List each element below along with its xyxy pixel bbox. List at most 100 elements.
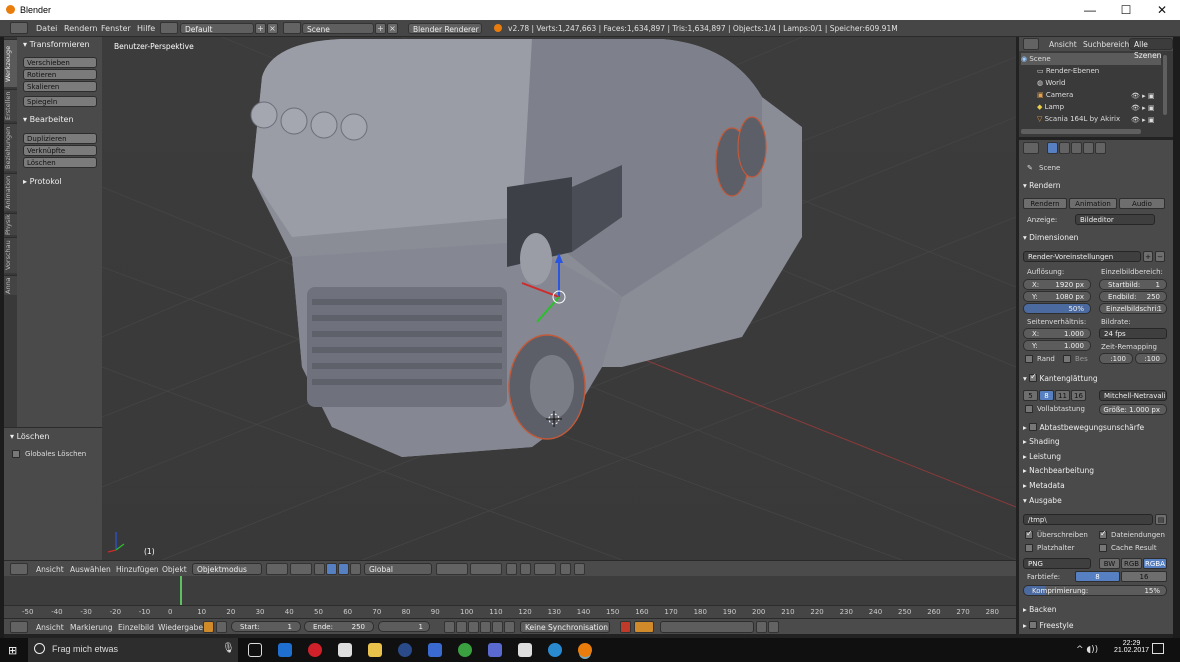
maximize-button[interactable]: ☐ <box>1108 0 1144 20</box>
metadata-panel-header[interactable]: ▸ Metadata <box>1023 481 1065 490</box>
tab-create[interactable]: Erstellen <box>4 89 17 121</box>
menu-render[interactable]: Rendern <box>64 24 97 33</box>
menu-add[interactable]: Hinzufügen <box>116 565 159 574</box>
editor-type-properties-icon[interactable] <box>1023 142 1039 154</box>
proportional-edit-icon[interactable] <box>520 563 531 575</box>
world-context-icon[interactable] <box>1083 142 1094 154</box>
scale-button[interactable]: Skalieren <box>23 81 97 92</box>
layout-add-button[interactable]: + <box>255 23 266 34</box>
end-frame-field[interactable]: Ende: 250 <box>304 621 374 632</box>
end-frame-prop[interactable]: Endbild: 250 <box>1099 291 1167 302</box>
editor-type-icon[interactable] <box>10 22 28 34</box>
app-icon-1[interactable] <box>398 643 412 657</box>
delete-button[interactable]: Löschen <box>23 157 97 168</box>
operator-delete-header[interactable]: ▾ Löschen <box>10 432 49 441</box>
render-button[interactable]: Rendern <box>1023 198 1067 209</box>
menu-window[interactable]: Fenster <box>101 24 131 33</box>
cache-result-checkbox[interactable] <box>1099 544 1107 552</box>
layers-group-1-icon[interactable] <box>436 563 468 575</box>
manipulator-toggle-icon[interactable] <box>314 563 325 575</box>
aa-samples-5[interactable]: 5 <box>1023 390 1038 401</box>
shading-panel-header[interactable]: ▸ Shading <box>1023 437 1060 446</box>
lock-range-icon[interactable] <box>216 621 227 633</box>
output-panel-header[interactable]: ▾ Ausgabe <box>1023 496 1062 505</box>
aa-size-field[interactable]: Größe: 1.000 px <box>1099 404 1167 415</box>
compression-slider[interactable]: Komprimierung: 15% <box>1023 585 1167 596</box>
timeline-ruler[interactable]: -50 -40 -30 -20 -10 0 10 20 30 40 50 60 70 80 90 100 110… <box>4 605 1016 618</box>
menu-timeline-view[interactable]: Ansicht <box>36 623 64 632</box>
remap-new-field[interactable]: :100 <box>1135 353 1167 364</box>
motion-blur-checkbox[interactable] <box>1029 423 1038 431</box>
sync-dropdown[interactable]: Keine Synchronisation <box>520 621 610 633</box>
output-path-field[interactable]: /tmp\ <box>1023 514 1153 525</box>
layers-group-2-icon[interactable] <box>470 563 502 575</box>
outliner-hscrollbar[interactable] <box>1021 129 1141 134</box>
color-mode-bw[interactable]: BW <box>1099 558 1120 569</box>
truck-visibility-icon[interactable]: 👁 ▸ ▣ <box>1131 116 1154 124</box>
jump-start-icon[interactable] <box>444 621 455 633</box>
layout-remove-button[interactable]: × <box>267 23 278 34</box>
taskbar-clock[interactable]: 22:29 21.02.2017 <box>1114 640 1149 654</box>
orientation-dropdown[interactable]: Global <box>364 563 432 575</box>
aa-samples-8[interactable]: 8 <box>1039 390 1054 401</box>
layout-icon[interactable] <box>160 22 178 34</box>
editor-type-3d-icon[interactable] <box>10 563 28 575</box>
file-format-dropdown[interactable]: PNG <box>1023 558 1091 569</box>
menu-help[interactable]: Hilfe <box>137 24 155 33</box>
current-frame-field[interactable]: 1 <box>378 621 430 632</box>
editor-type-outliner-icon[interactable] <box>1023 38 1039 50</box>
panel-edit-header[interactable]: ▾ Bearbeiten <box>23 115 74 124</box>
render-presets-dropdown[interactable]: Render-Voreinstellungen <box>1023 251 1141 262</box>
render-panel-header[interactable]: ▾ Rendern <box>1023 181 1060 190</box>
truck-model[interactable] <box>250 39 802 457</box>
aa-samples-16[interactable]: 16 <box>1071 390 1086 401</box>
preview-range-icon[interactable] <box>203 621 214 633</box>
editor-type-timeline-icon[interactable] <box>10 621 28 633</box>
blender-taskbar-icon[interactable] <box>578 643 592 657</box>
aa-samples-11[interactable]: 11 <box>1055 390 1070 401</box>
bake-panel-header[interactable]: ▸ Backen <box>1023 605 1056 614</box>
tab-anna[interactable]: Anna <box>4 275 17 295</box>
mirror-button[interactable]: Spiegeln <box>23 96 97 107</box>
edge-browser-icon[interactable] <box>278 643 292 657</box>
motion-blur-panel-header[interactable]: ▸ Abtastbewegungsunschärfe <box>1023 422 1144 432</box>
scene-add-button[interactable]: + <box>375 23 386 34</box>
rotate-button[interactable]: Rotieren <box>23 69 97 80</box>
render-layers-context-icon[interactable] <box>1059 142 1070 154</box>
placeholders-checkbox[interactable] <box>1025 544 1033 552</box>
menu-playback[interactable]: Wiedergabe <box>158 623 203 632</box>
scale-manipulator-icon[interactable] <box>350 563 361 575</box>
jump-end-icon[interactable] <box>504 621 515 633</box>
render-context-icon[interactable] <box>1047 142 1058 154</box>
menu-object[interactable]: Objekt <box>162 565 187 574</box>
preset-remove-button[interactable]: − <box>1155 251 1165 262</box>
close-button[interactable]: ✕ <box>1144 0 1180 20</box>
3d-viewport[interactable]: Benutzer-Perspektive (1) <box>102 37 1016 560</box>
store-icon[interactable] <box>338 643 352 657</box>
post-processing-panel-header[interactable]: ▸ Nachbearbeitung <box>1023 466 1094 475</box>
scene-context-icon[interactable] <box>1071 142 1082 154</box>
performance-panel-header[interactable]: ▸ Leistung <box>1023 452 1061 461</box>
menu-view[interactable]: Ansicht <box>36 565 64 574</box>
mail-icon[interactable] <box>518 643 532 657</box>
menu-file[interactable]: Datei <box>36 24 57 33</box>
keying-set-icon[interactable] <box>634 621 654 633</box>
tab-tools[interactable]: Werkzeuge <box>4 39 17 87</box>
panel-history-header[interactable]: ▸ Protokol <box>23 177 62 186</box>
color-depth-8[interactable]: 8 <box>1075 571 1120 582</box>
animation-button[interactable]: Animation <box>1069 198 1117 209</box>
menu-select[interactable]: Auswählen <box>70 565 111 574</box>
remap-old-field[interactable]: :100 <box>1099 353 1133 364</box>
play-icon[interactable] <box>480 621 491 633</box>
file-extensions-checkbox[interactable] <box>1099 529 1107 539</box>
border-checkbox[interactable] <box>1025 355 1033 363</box>
display-dropdown[interactable]: Bildeditor <box>1075 214 1155 225</box>
color-mode-rgb[interactable]: RGB <box>1121 558 1142 569</box>
global-delete-checkbox[interactable] <box>12 450 20 458</box>
play-reverse-icon[interactable] <box>468 621 479 633</box>
scene-field[interactable]: Scene <box>302 23 374 34</box>
scene-remove-button[interactable]: × <box>387 23 398 34</box>
start-frame-prop[interactable]: Startbild: 1 <box>1099 279 1167 290</box>
antialiasing-panel-header[interactable]: ▾ Kantenglättung <box>1023 372 1098 383</box>
mode-dropdown[interactable]: Objektmodus <box>192 563 262 575</box>
